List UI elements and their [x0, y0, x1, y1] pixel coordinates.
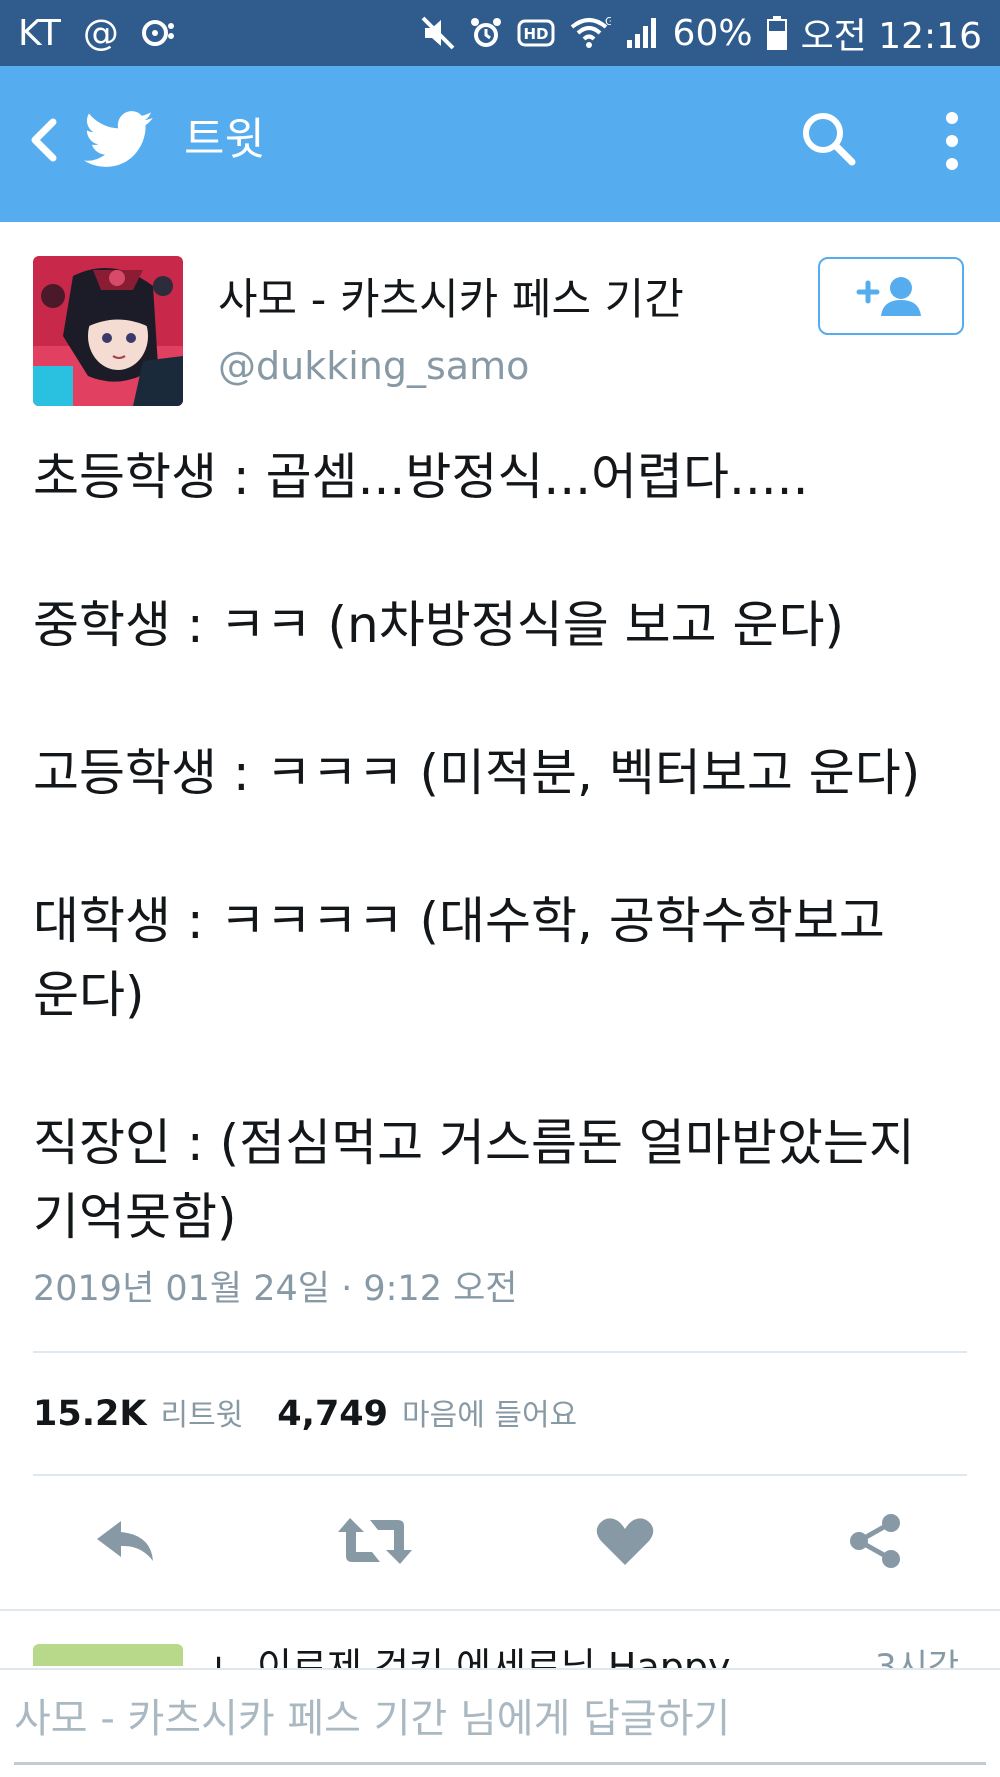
share-icon [850, 1514, 900, 1568]
at-indicator: @ [82, 12, 119, 54]
battery-percent: 60% [672, 12, 753, 54]
sync-icon [141, 13, 175, 53]
share-button[interactable] [830, 1506, 920, 1576]
wifi-icon: G [569, 13, 611, 53]
tweet-line [33, 1032, 973, 1106]
back-button[interactable] [14, 110, 74, 170]
divider [33, 1474, 967, 1476]
page-title: 트윗 [184, 114, 265, 165]
reply-button[interactable] [80, 1506, 170, 1576]
avatar-image [33, 256, 183, 406]
user-handle[interactable]: @dukking_samo [218, 338, 529, 394]
engagement-stats: 15.2K 리트윗 4,749 마음에 들어요 [33, 1390, 611, 1434]
search-icon [803, 113, 856, 166]
tweet-line: 대학생 : ㅋㅋㅋㅋ (대수학, 공학수학보고 [33, 892, 885, 950]
svg-text:HD: HD [523, 25, 548, 43]
reply-input[interactable] [14, 1684, 986, 1754]
alarm-icon [469, 13, 503, 53]
search-button[interactable] [796, 106, 862, 172]
chevron-left-icon [31, 118, 57, 162]
retweet-count[interactable]: 15.2K [33, 1394, 146, 1434]
twitter-bird-icon [84, 110, 154, 170]
avatar[interactable] [33, 256, 183, 406]
like-label[interactable]: 마음에 들어요 [402, 1390, 577, 1434]
more-vertical-icon [946, 112, 958, 170]
heart-icon [596, 1518, 654, 1565]
reply-preview-time: 3시간 [875, 1647, 960, 1668]
mute-icon [421, 13, 455, 53]
status-bar: KT @ HD G 60% 오전 12:16 [0, 0, 1000, 66]
signal-icon [625, 13, 659, 53]
tweet-line: 초등학생 : 곱셈...방정식...어렵다..... [33, 448, 809, 506]
hd-icon: HD [517, 13, 555, 53]
more-options-button[interactable] [930, 106, 974, 176]
divider [0, 1609, 1000, 1611]
app-bar: 트윗 [0, 66, 1000, 222]
reply-avatar[interactable] [33, 1644, 183, 1666]
reply-icon [97, 1521, 153, 1561]
retweet-label[interactable]: 리트윗 [160, 1390, 243, 1434]
input-underline [14, 1762, 986, 1765]
tweet-timestamp: 2019년 01월 24일 · 9:12 오전 [33, 1269, 518, 1309]
reply-preview-text[interactable]: ㄴ 이르제 건키 에세르님 Happy [210, 1640, 731, 1668]
svg-text:G: G [605, 15, 611, 28]
tweet-line: 중학생 : ㅋㅋ (n차방정식을 보고 운다) [33, 596, 845, 654]
follow-button[interactable] [818, 257, 964, 335]
reply-composer [0, 1668, 1000, 1777]
tweet-line [33, 662, 973, 736]
tweet-line: 고등학생 : ㅋㅋㅋ (미적분, 벡터보고 운다) [33, 744, 921, 802]
retweet-icon [338, 1518, 412, 1564]
like-button[interactable] [580, 1506, 670, 1576]
tweet-line: 기억못함) [33, 1188, 237, 1246]
divider [33, 1351, 967, 1353]
carrier-label: KT [18, 12, 61, 54]
tweet-line: 운다) [33, 966, 145, 1024]
tweet-line: 직장인 : (점심먹고 거스름돈 얼마받았는지 [33, 1114, 915, 1172]
tweet-line [33, 514, 973, 588]
tweet-line [33, 810, 973, 884]
add-user-icon [856, 277, 921, 316]
tweet-text: 초등학생 : 곱셈...방정식...어렵다..... 중학생 : ㅋㅋ (n차방… [33, 440, 973, 1254]
clock: 오전 12:16 [800, 16, 982, 57]
like-count[interactable]: 4,749 [277, 1394, 388, 1434]
battery-icon [766, 13, 787, 53]
display-name[interactable]: 사모 - 카츠시카 페스 기간 [218, 270, 684, 330]
retweet-button[interactable] [330, 1506, 420, 1576]
